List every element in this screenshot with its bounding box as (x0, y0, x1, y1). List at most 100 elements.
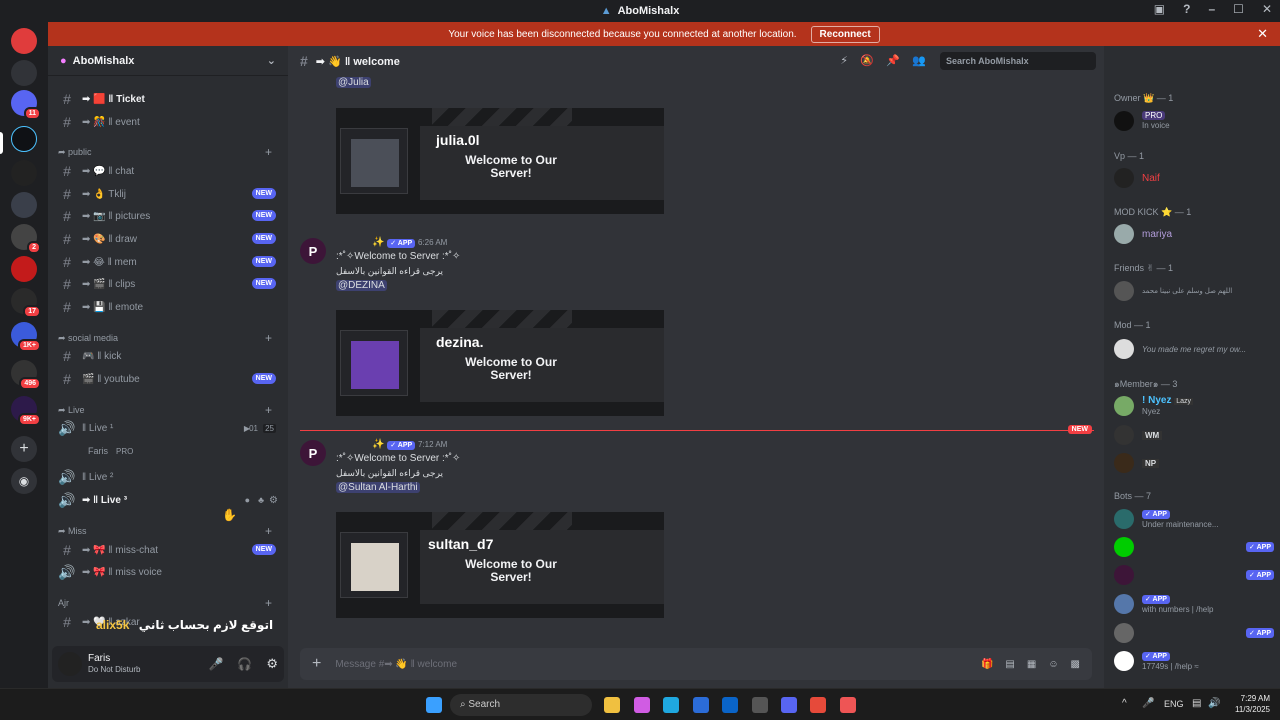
channel-ticket[interactable]: # ➡ 🟥 ‖ Ticket (56, 89, 280, 109)
category-social-media[interactable]: ➦ social media + (58, 331, 278, 345)
invite-icon[interactable]: ♣ (258, 495, 264, 505)
bot-6[interactable]: ✓ APP 17749s | /help ≈ (1114, 650, 1274, 672)
close-window-button[interactable]: ✕ (1262, 2, 1272, 16)
headphones-icon[interactable]: 🎧 (237, 657, 252, 671)
add-channel-icon[interactable]: + (265, 331, 272, 345)
channel-pictures[interactable]: # ➡ 📷 ‖ pictures NEW (56, 206, 280, 226)
bot-avatar[interactable]: P (300, 238, 326, 264)
app-icon[interactable] (752, 697, 768, 713)
chevron-down-icon[interactable]: ⌄ (267, 54, 276, 67)
mention-julia[interactable]: @Julia (336, 77, 371, 88)
gear-icon[interactable]: ⚙ (269, 495, 278, 506)
outlook-icon[interactable] (722, 697, 738, 713)
file-explorer-icon[interactable] (604, 697, 620, 713)
category-public[interactable]: ➦ public + (58, 145, 278, 159)
dm-icon[interactable] (11, 60, 37, 86)
pin-icon[interactable]: 📌 (886, 54, 900, 67)
member-friend[interactable]: اللهم صل وسلم على نبينا محمد (1114, 280, 1274, 302)
channel-kick[interactable]: # 🎮 ‖ kick (56, 346, 280, 366)
emoji-icon[interactable]: ☺ (1048, 659, 1058, 670)
server-icon[interactable]: 11 (11, 90, 41, 120)
member-wm[interactable]: WM (1114, 424, 1274, 446)
add-channel-icon[interactable]: + (265, 403, 272, 417)
add-channel-icon[interactable]: + (265, 145, 272, 159)
chat-icon[interactable]: ● (245, 495, 250, 505)
category-ajr[interactable]: Ajr + (58, 596, 278, 610)
settings-icon[interactable]: ⚙ (266, 656, 278, 672)
voice-channel-live2[interactable]: 🔊 ‖ Live ² (56, 467, 280, 487)
server-icon[interactable]: 9K+ (11, 396, 41, 426)
members-icon[interactable]: 👥 (912, 54, 926, 67)
voice-user-faris[interactable]: Faris PRO (88, 441, 278, 461)
bot-avatar[interactable]: P (300, 440, 326, 466)
discord-taskbar-icon[interactable] (781, 697, 797, 713)
bot-4[interactable]: ✓ APP with numbers | /help (1114, 593, 1274, 615)
category-live[interactable]: ➦ Live + (58, 403, 278, 417)
channel-clips[interactable]: # ➡ 🎬 ‖ clips NEW (56, 274, 280, 294)
network-icon[interactable]: ▤ (1192, 698, 1201, 709)
member-mod[interactable]: You made me regret my ow... (1114, 338, 1274, 360)
discover-icon[interactable]: ◉ (11, 468, 37, 494)
member-mariya[interactable]: mariya (1114, 223, 1274, 245)
member-nyez[interactable]: ! Nyez Lazy Nyez (1114, 395, 1274, 417)
add-server-icon[interactable]: + (11, 436, 37, 462)
maximize-button[interactable]: ☐ (1233, 2, 1244, 16)
bot-2[interactable]: ✓ APP (1114, 536, 1274, 558)
volume-icon[interactable]: 🔊 (1208, 698, 1220, 709)
clock[interactable]: 7:29 AM 11/3/2025 (1228, 693, 1270, 715)
mention-sultan[interactable]: @Sultan Al-Harthi (336, 482, 420, 493)
voice-channel-miss-voice[interactable]: 🔊 ➡ 🎀 ‖ miss voice (56, 562, 280, 582)
channel-youtube[interactable]: # 🎬 ‖ youtube NEW (56, 369, 280, 389)
start-icon[interactable] (426, 697, 442, 713)
server-icon[interactable]: 496 (11, 360, 41, 390)
reconnect-button[interactable]: Reconnect (810, 25, 880, 43)
voice-channel-live1[interactable]: 🔊 ‖ Live ¹ ▶ 01 25 (56, 418, 280, 438)
apps-icon[interactable]: ▩ (1071, 659, 1080, 670)
help-icon[interactable]: ? (1183, 2, 1190, 16)
channel-emote[interactable]: # ➡ 💾 ‖ emote (56, 297, 280, 317)
category-miss[interactable]: ➦ Miss + (58, 524, 278, 538)
sticker-icon[interactable]: ▦ (1027, 659, 1036, 670)
bot-3[interactable]: ✓ APP (1114, 564, 1274, 586)
edge-icon[interactable] (663, 697, 679, 713)
gift-icon[interactable]: 🎁 (981, 659, 993, 670)
add-attachment-icon[interactable]: + (312, 655, 321, 673)
server-icon[interactable] (11, 192, 37, 218)
add-channel-icon[interactable]: + (265, 524, 272, 538)
channel-chat[interactable]: # ➡ 💬 ‖ chat (56, 161, 280, 181)
avatar[interactable] (58, 652, 82, 676)
channel-tklij[interactable]: # ➡ 👌 Tklij NEW (56, 184, 280, 204)
inbox-icon[interactable]: ▣ (1154, 2, 1165, 16)
copilot-icon[interactable] (634, 697, 650, 713)
message-input[interactable]: + Message #➡ 👋 ‖ welcome 🎁 ▤ ▦ ☺ ▩ (300, 648, 1092, 680)
server-icon[interactable]: 17 (11, 288, 41, 318)
store-icon[interactable] (693, 697, 709, 713)
channel-miss-chat[interactable]: # ➡ 🎀 ‖ miss-chat NEW (56, 540, 280, 560)
threads-icon[interactable]: ⚡ (840, 54, 848, 67)
recording-app-icon[interactable] (840, 697, 856, 713)
tray-chevron-icon[interactable]: ^ (1122, 698, 1127, 709)
bot-5[interactable]: ✓ APP (1114, 622, 1274, 644)
language-indicator[interactable]: ENG (1164, 699, 1184, 709)
taskbar-search[interactable]: ⌕ Search (450, 694, 592, 716)
chrome-icon[interactable] (810, 697, 826, 713)
member-naif[interactable]: Naif (1114, 167, 1274, 189)
channel-event[interactable]: # ➡ 🎊 ‖ event (56, 112, 280, 132)
minimize-button[interactable]: – (1208, 2, 1215, 16)
close-banner-icon[interactable]: ✕ (1257, 26, 1268, 42)
member-np[interactable]: NP (1114, 452, 1274, 474)
notifications-icon[interactable]: 🔕 (860, 54, 874, 67)
server-icon[interactable]: 1K+ (11, 322, 41, 352)
server-icon[interactable] (11, 160, 37, 186)
channel-draw[interactable]: # ➡ 🎨 ‖ draw NEW (56, 229, 280, 249)
server-icon[interactable] (11, 126, 37, 152)
voice-channel-live3[interactable]: 🔊 ➡ ‖ Live ³ ● ♣ ⚙ (56, 490, 280, 510)
mic-tray-icon[interactable]: 🎤 (1142, 698, 1154, 709)
discord-home-icon[interactable] (11, 28, 37, 54)
member-owner[interactable]: PRO In voice (1114, 110, 1274, 132)
mute-icon[interactable]: 🎤 (208, 657, 223, 671)
mention-dezina[interactable]: @DEZINA (336, 280, 387, 291)
gif-icon[interactable]: ▤ (1005, 659, 1014, 670)
channel-mem[interactable]: # ➡ 😂 ‖ mem NEW (56, 252, 280, 272)
server-header[interactable]: ● AboMishalx ⌄ (48, 46, 288, 76)
